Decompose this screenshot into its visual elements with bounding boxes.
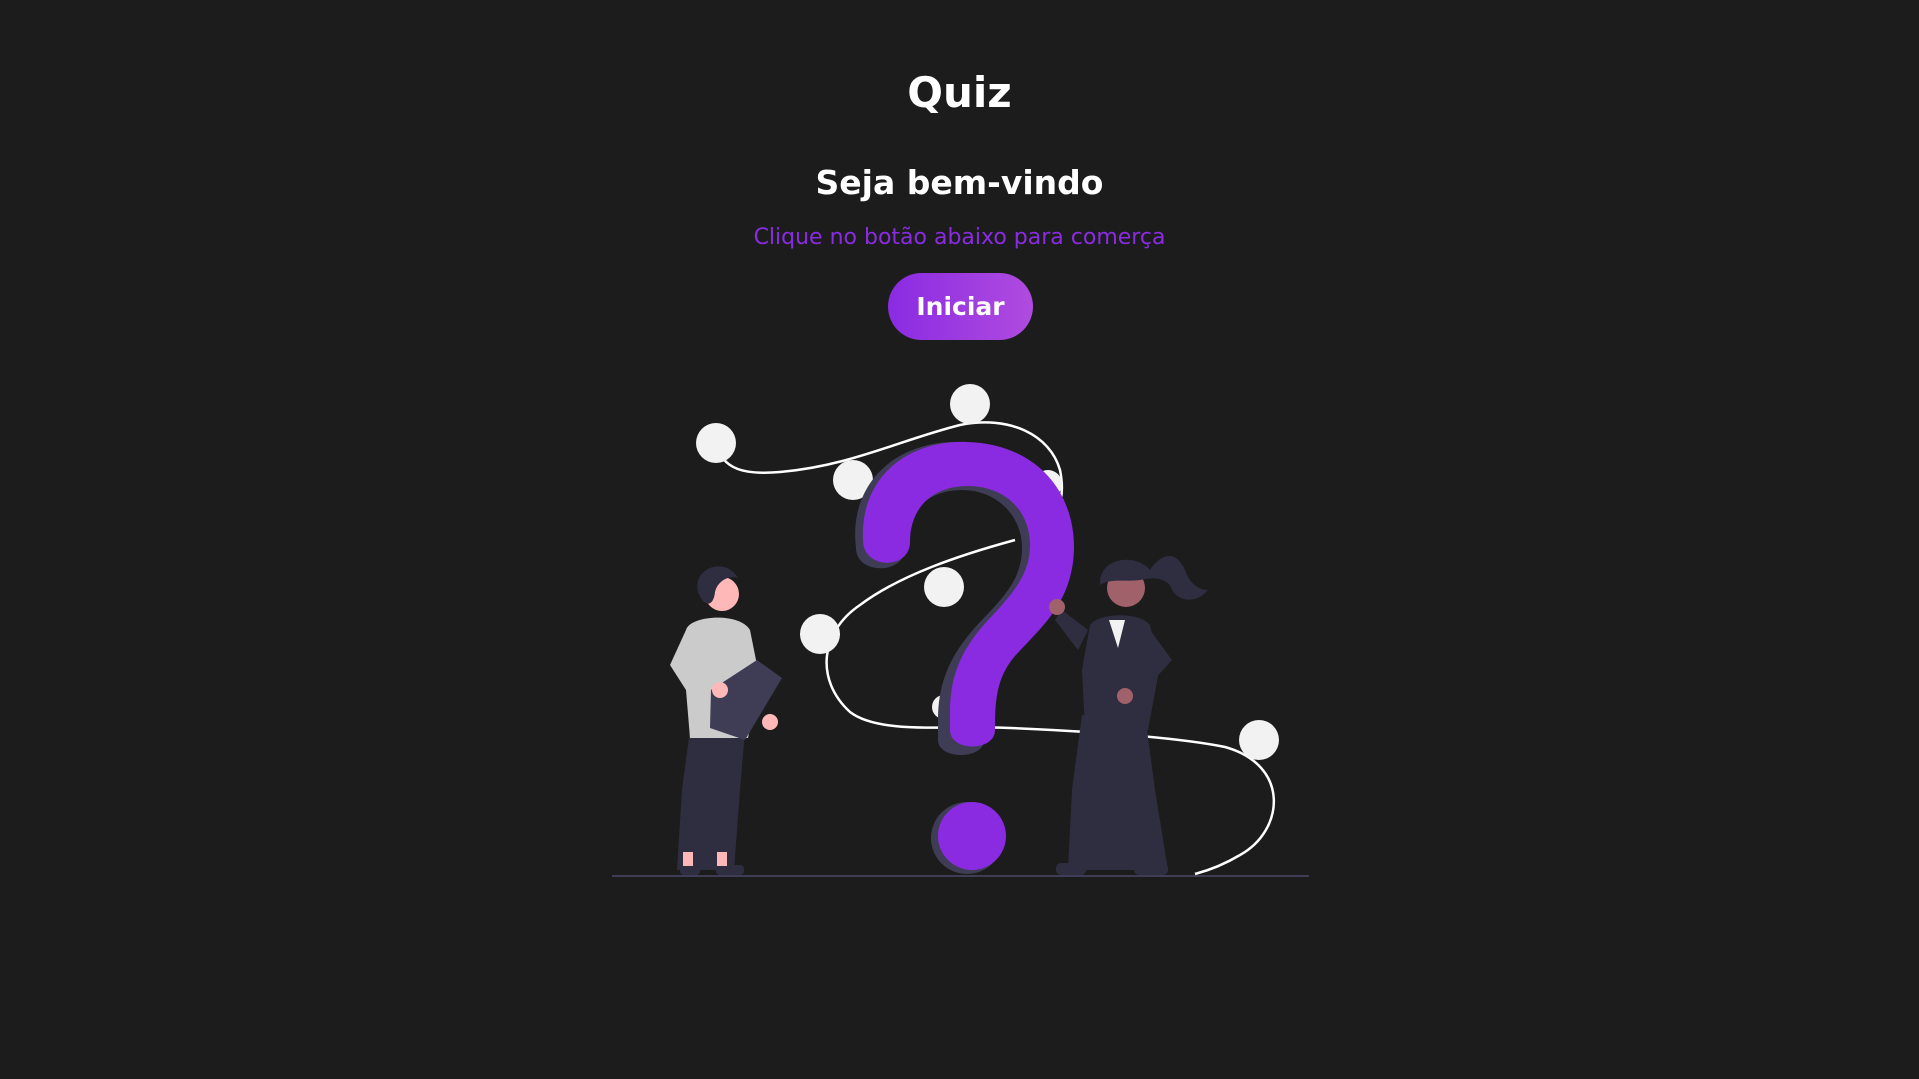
dot [924,567,964,607]
question-mark-illustration [612,384,1309,877]
person-left [670,566,782,875]
person-right [1049,556,1208,875]
start-button[interactable]: Iniciar [888,273,1033,340]
start-instruction: Clique no botão abaixo para comerça [753,225,1166,250]
quiz-start-screen: Quiz Seja bem-vindo Clique no botão abai… [0,0,1919,1079]
welcome-heading: Seja bem-vindo [815,163,1104,202]
app-title: Quiz [907,68,1012,117]
dot [696,423,736,463]
dot [1239,720,1279,760]
dot [800,614,840,654]
dot [950,384,990,424]
question-dot [938,802,1006,870]
